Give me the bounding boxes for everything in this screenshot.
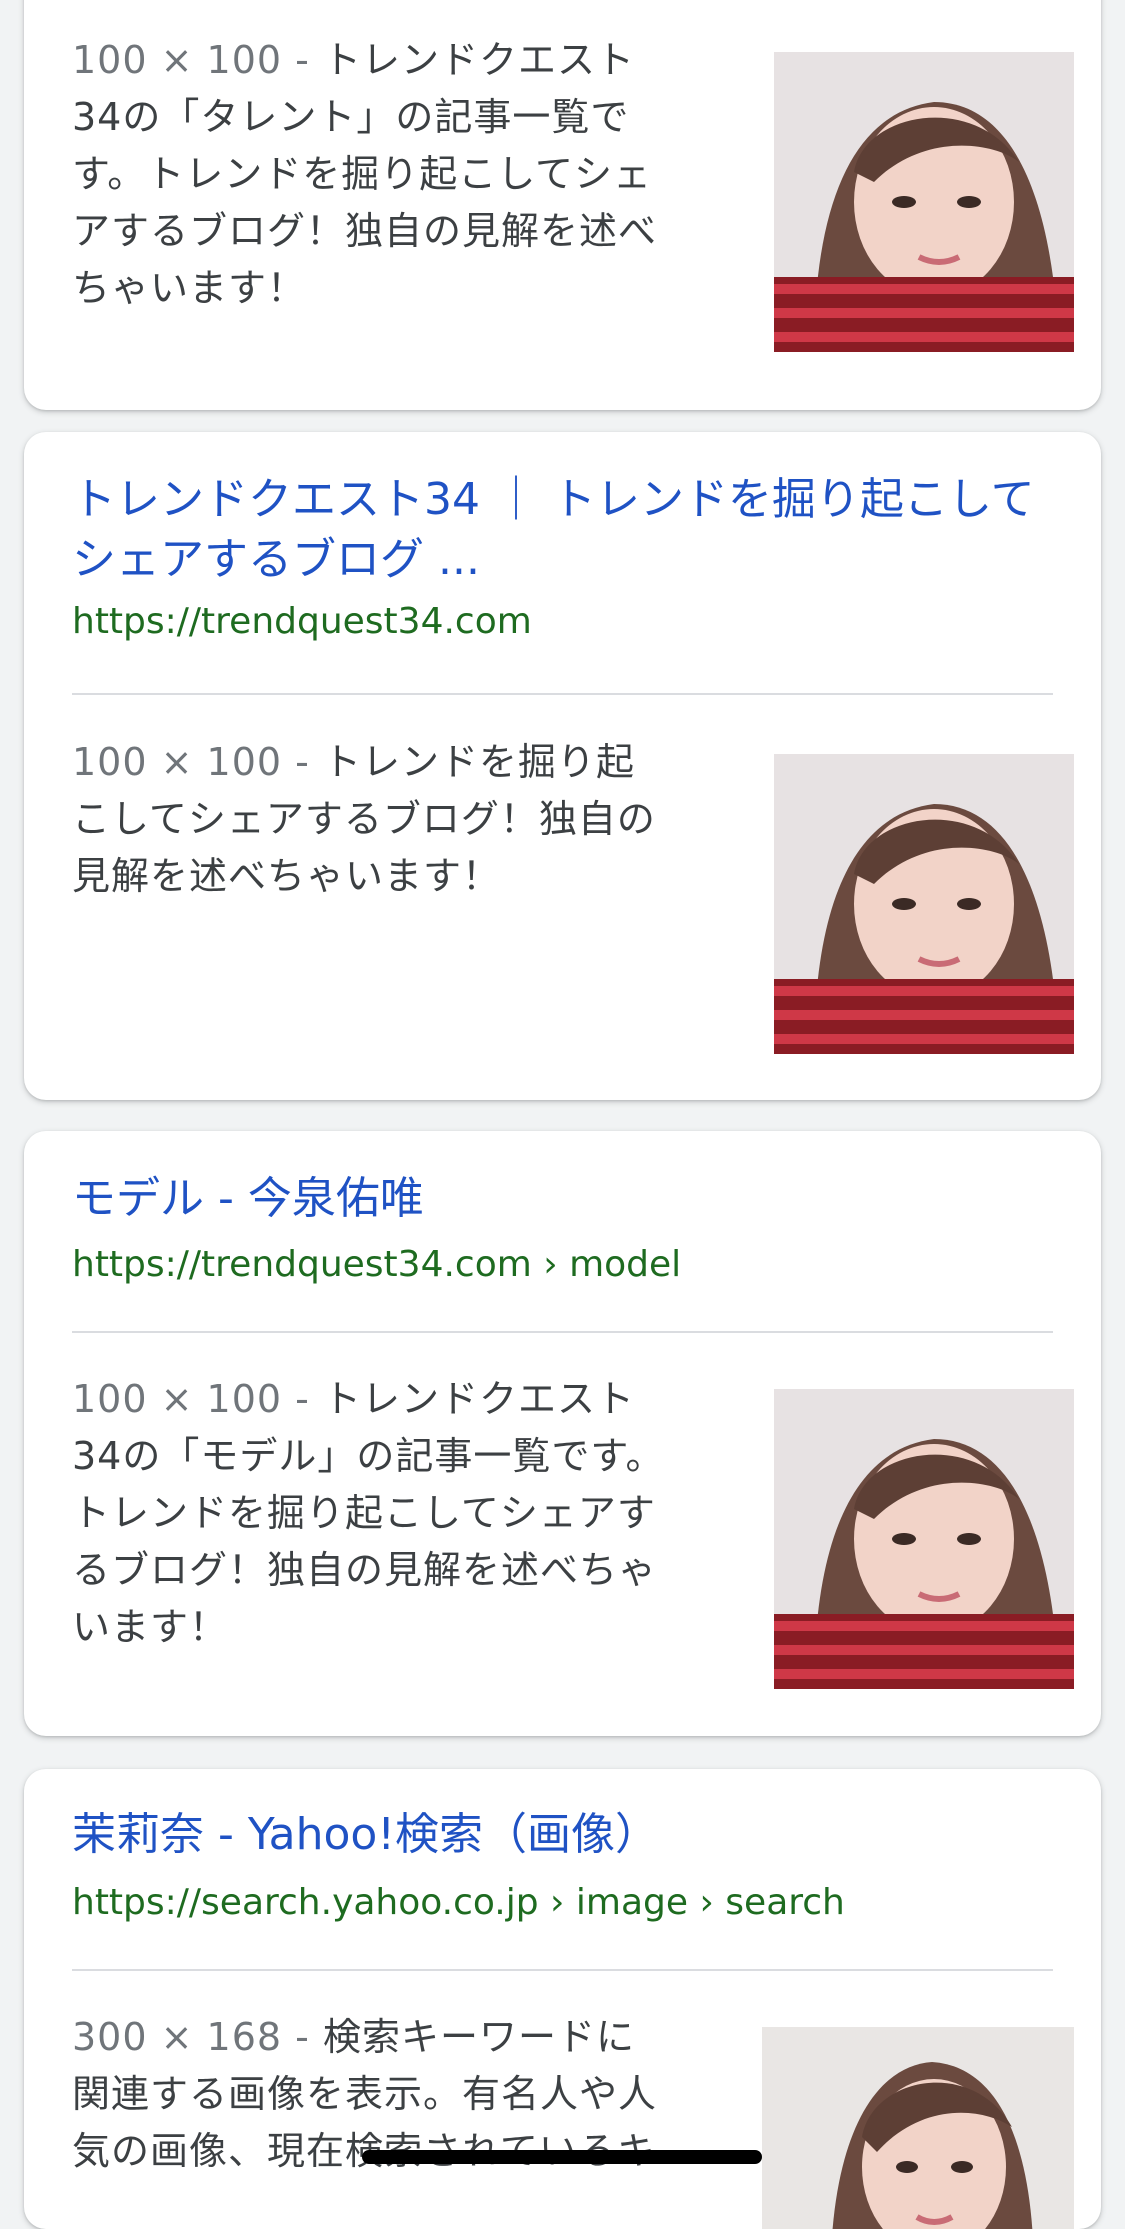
home-indicator[interactable]	[362, 2150, 762, 2164]
portrait-thumbnail-icon	[774, 52, 1074, 352]
image-size-label: 100 × 100 -	[72, 1377, 310, 1421]
result-snippet: 100 × 100 - トレンドを掘り起こしてシェアするブログ！独自の見解を述べ…	[72, 734, 672, 905]
image-size-label: 100 × 100 -	[72, 740, 310, 784]
result-thumbnail[interactable]	[774, 52, 1074, 352]
result-thumbnail[interactable]	[762, 2027, 1074, 2229]
result-card-3[interactable]: モデル - 今泉佑唯 https://trendquest34.com › mo…	[24, 1131, 1101, 1736]
result-thumbnail[interactable]	[774, 754, 1074, 1054]
result-url[interactable]: https://trendquest34.com › model	[72, 1243, 1052, 1287]
result-title-link[interactable]: トレンドクエスト34 ｜ トレンドを掘り起こしてシェアするブログ ...	[72, 470, 1052, 590]
result-card-1[interactable]: 100 × 100 - トレンドクエスト34の「タレント」の記事一覧です。トレン…	[24, 0, 1101, 410]
result-url[interactable]: https://search.yahoo.co.jp › image › sea…	[72, 1881, 1052, 1925]
result-thumbnail[interactable]	[774, 1389, 1074, 1689]
result-snippet: 100 × 100 - トレンドクエスト34の「モデル」の記事一覧です。トレンド…	[72, 1371, 672, 1656]
portrait-thumbnail-icon	[774, 754, 1074, 1054]
result-card-2[interactable]: トレンドクエスト34 ｜ トレンドを掘り起こしてシェアするブログ ... htt…	[24, 432, 1101, 1100]
divider	[72, 693, 1053, 695]
portrait-thumbnail-icon	[762, 2027, 1074, 2229]
portrait-thumbnail-icon	[774, 1389, 1074, 1689]
divider	[72, 1969, 1053, 1971]
image-size-label: 100 × 100 -	[72, 38, 310, 82]
result-url[interactable]: https://trendquest34.com	[72, 600, 1052, 644]
result-snippet: 100 × 100 - トレンドクエスト34の「タレント」の記事一覧です。トレン…	[72, 32, 672, 317]
divider	[72, 1331, 1053, 1333]
result-title-link[interactable]: 茉莉奈 - Yahoo!検索（画像）	[72, 1805, 1052, 1865]
result-title-link[interactable]: モデル - 今泉佑唯	[72, 1169, 1052, 1229]
image-size-label: 300 × 168 -	[72, 2015, 310, 2059]
